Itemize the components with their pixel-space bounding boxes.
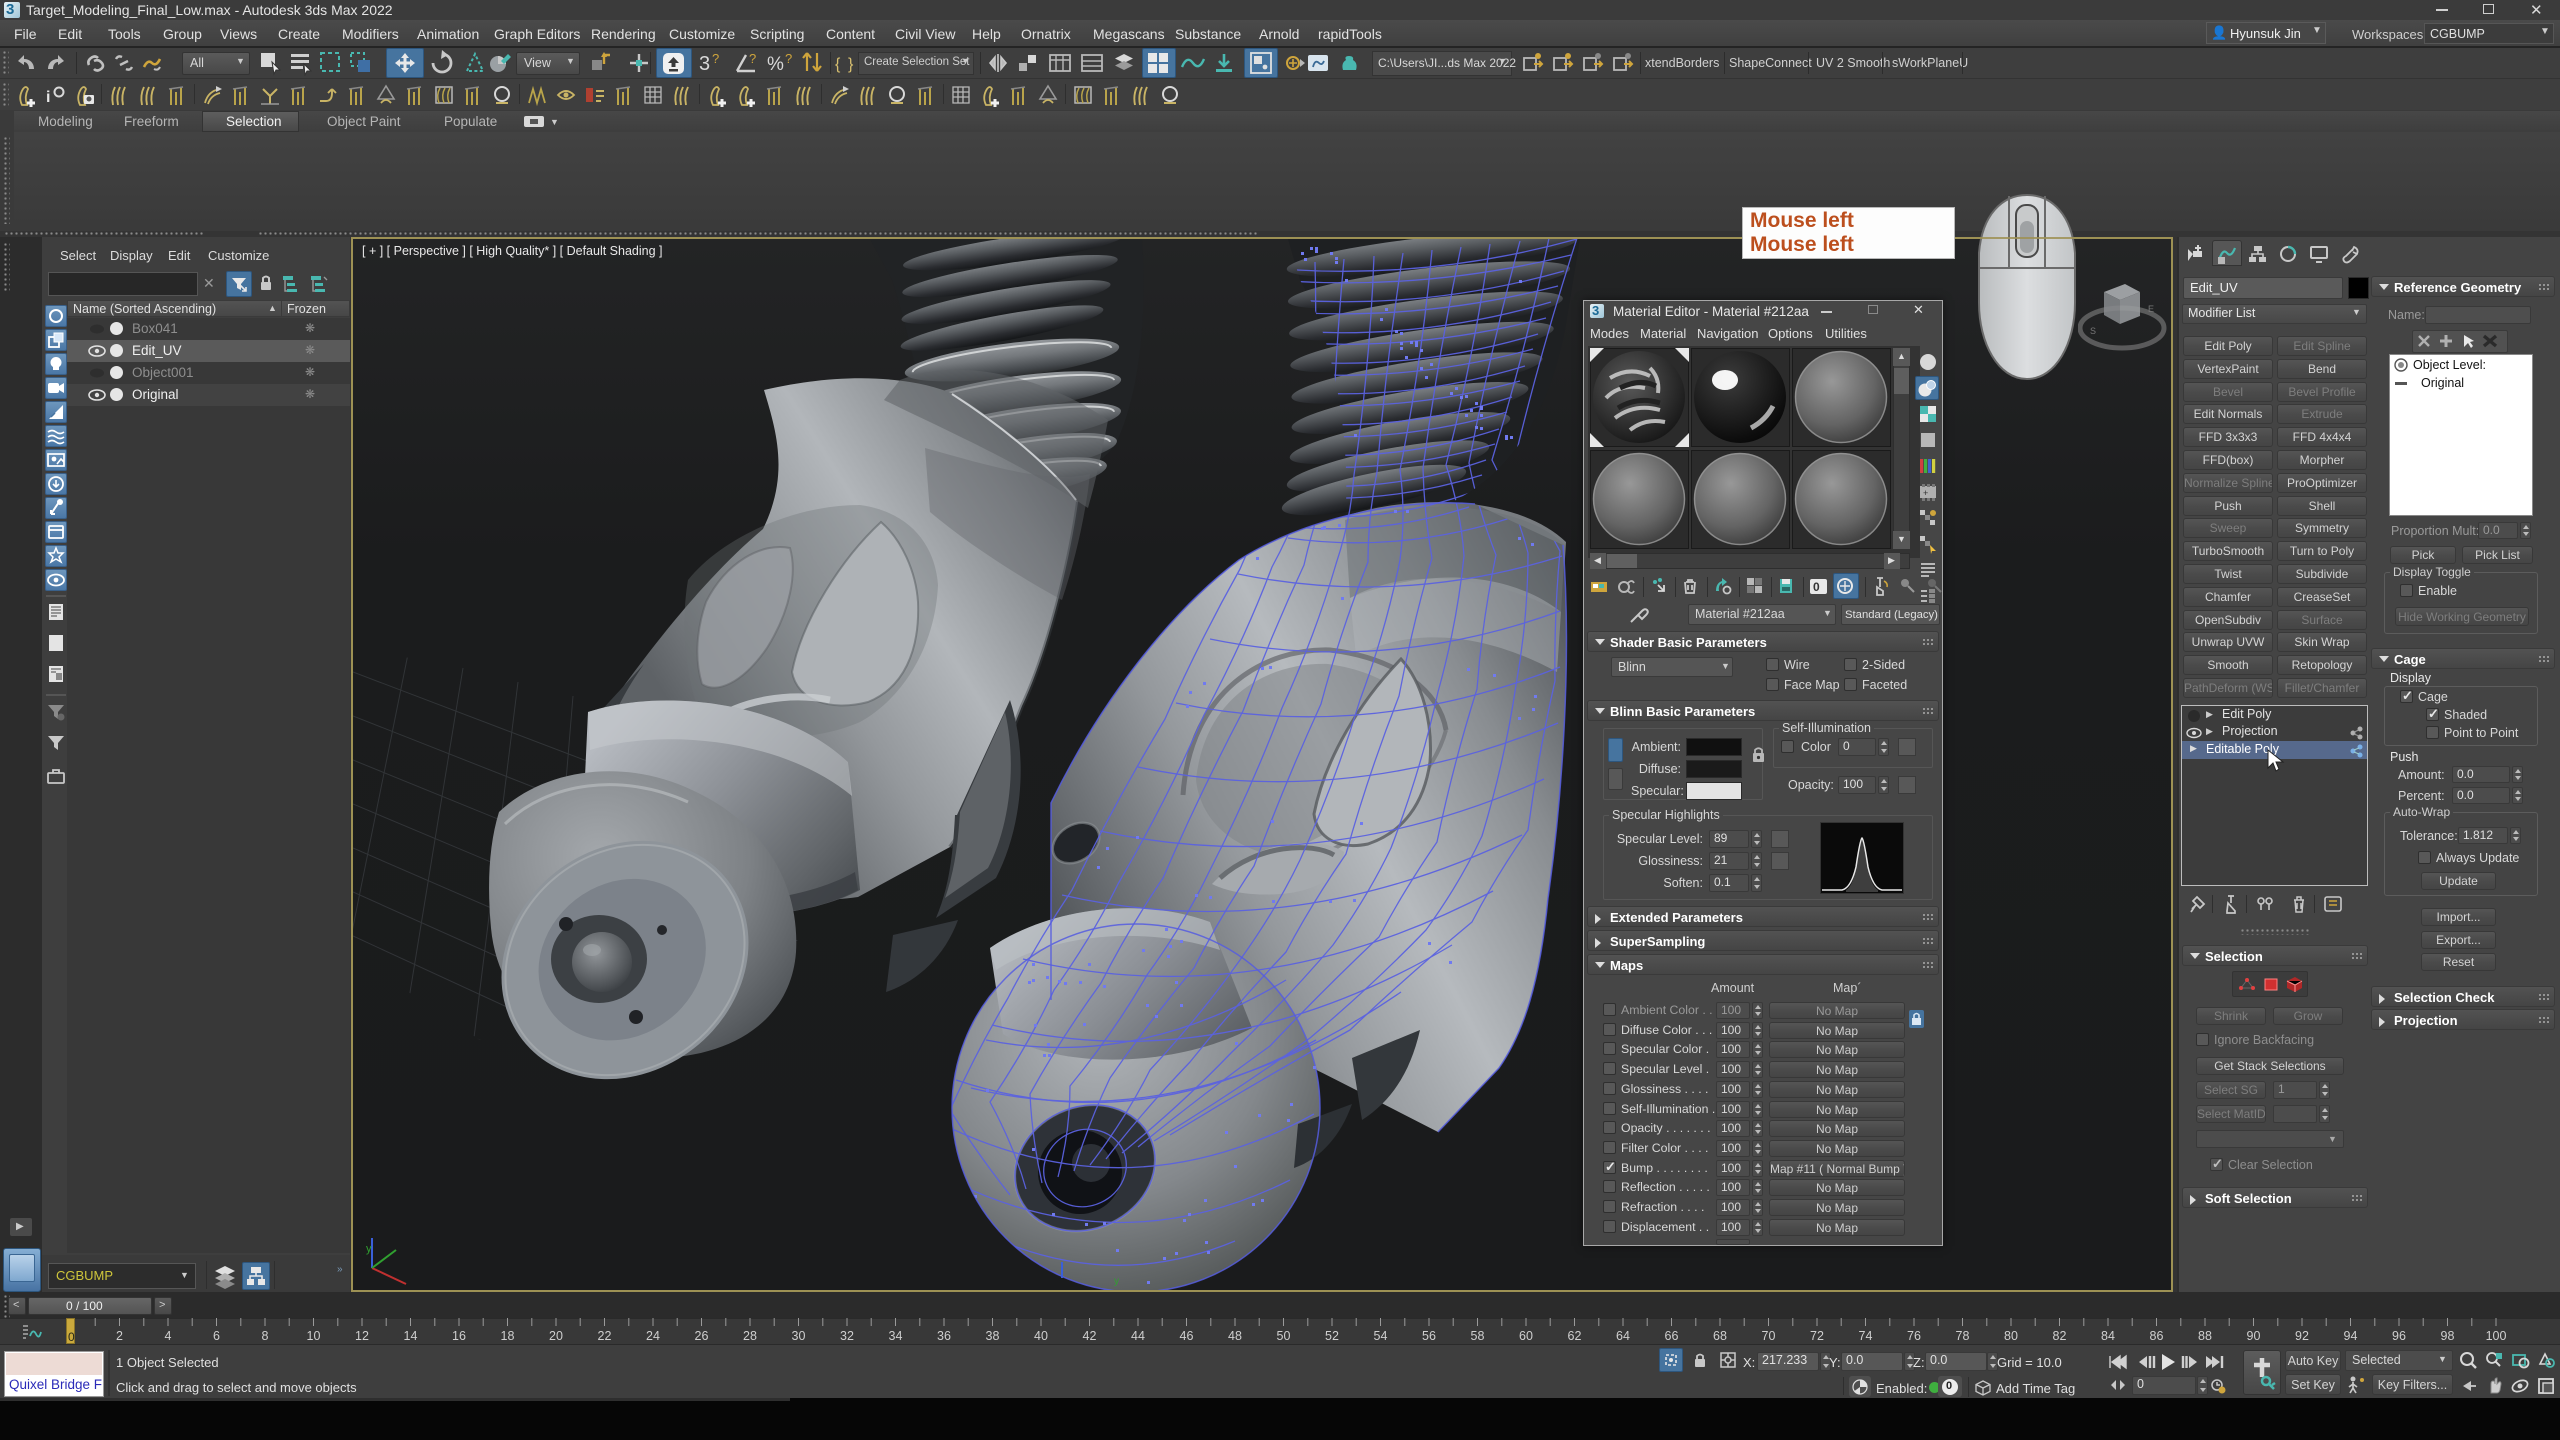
svg-text:12: 12 [355, 1329, 369, 1343]
svg-text:88: 88 [2198, 1329, 2212, 1343]
svg-text:26: 26 [695, 1329, 709, 1343]
svg-text:34: 34 [889, 1329, 903, 1343]
svg-text:42: 42 [1083, 1329, 1097, 1343]
svg-text:24: 24 [646, 1329, 660, 1343]
svg-text:70: 70 [1762, 1329, 1776, 1343]
svg-text:10: 10 [307, 1329, 321, 1343]
svg-text:44: 44 [1131, 1329, 1145, 1343]
svg-text:{: { [835, 56, 841, 73]
svg-text:2: 2 [116, 1329, 123, 1343]
svg-text:}: } [848, 56, 854, 73]
svg-text:E: E [2148, 304, 2154, 314]
svg-text:58: 58 [1471, 1329, 1485, 1343]
svg-text:48: 48 [1228, 1329, 1242, 1343]
svg-text:?: ? [712, 51, 719, 66]
svg-text:?: ? [785, 51, 792, 66]
svg-text:18: 18 [501, 1329, 515, 1343]
svg-text:52: 52 [1325, 1329, 1339, 1343]
svg-text:28: 28 [743, 1329, 757, 1343]
svg-text:20: 20 [549, 1329, 563, 1343]
svg-text:22: 22 [598, 1329, 612, 1343]
svg-text:74: 74 [1859, 1329, 1873, 1343]
svg-text:3: 3 [699, 53, 710, 75]
svg-text:32: 32 [840, 1329, 854, 1343]
svg-text:84: 84 [2101, 1329, 2115, 1343]
svg-text:94: 94 [2344, 1329, 2358, 1343]
svg-text:8: 8 [262, 1329, 269, 1343]
svg-text:86: 86 [2150, 1329, 2164, 1343]
svg-text:54: 54 [1374, 1329, 1388, 1343]
svg-text:68: 68 [1713, 1329, 1727, 1343]
svg-text:66: 66 [1665, 1329, 1679, 1343]
svg-text:78: 78 [1956, 1329, 1970, 1343]
svg-text:6: 6 [213, 1329, 220, 1343]
svg-text:40: 40 [1034, 1329, 1048, 1343]
svg-text:62: 62 [1568, 1329, 1582, 1343]
svg-text:92: 92 [2295, 1329, 2309, 1343]
svg-text:96: 96 [2392, 1329, 2406, 1343]
svg-text:%: % [767, 54, 784, 75]
svg-text:S: S [2090, 326, 2096, 336]
svg-text:100: 100 [2486, 1329, 2507, 1343]
svg-text:x: x [404, 1287, 410, 1290]
svg-text:64: 64 [1616, 1329, 1630, 1343]
svg-text:16: 16 [452, 1329, 466, 1343]
svg-text:50: 50 [1277, 1329, 1291, 1343]
svg-text:82: 82 [2053, 1329, 2067, 1343]
svg-text:4: 4 [165, 1329, 172, 1343]
svg-text:?: ? [749, 51, 756, 66]
svg-text:76: 76 [1907, 1329, 1921, 1343]
svg-text:36: 36 [937, 1329, 951, 1343]
svg-text:46: 46 [1180, 1329, 1194, 1343]
svg-text:0: 0 [1813, 580, 1820, 594]
svg-text:14: 14 [404, 1329, 418, 1343]
svg-text:y: y [1114, 1276, 1119, 1287]
svg-text:56: 56 [1422, 1329, 1436, 1343]
svg-text:i: i [46, 89, 50, 106]
svg-text:+: + [1923, 488, 1928, 498]
svg-text:y: y [366, 1243, 372, 1255]
svg-text:38: 38 [986, 1329, 1000, 1343]
svg-text:80: 80 [2004, 1329, 2018, 1343]
svg-text:60: 60 [1519, 1329, 1533, 1343]
svg-text:90: 90 [2247, 1329, 2261, 1343]
svg-text:98: 98 [2441, 1329, 2455, 1343]
svg-text:30: 30 [792, 1329, 806, 1343]
svg-text:72: 72 [1810, 1329, 1824, 1343]
